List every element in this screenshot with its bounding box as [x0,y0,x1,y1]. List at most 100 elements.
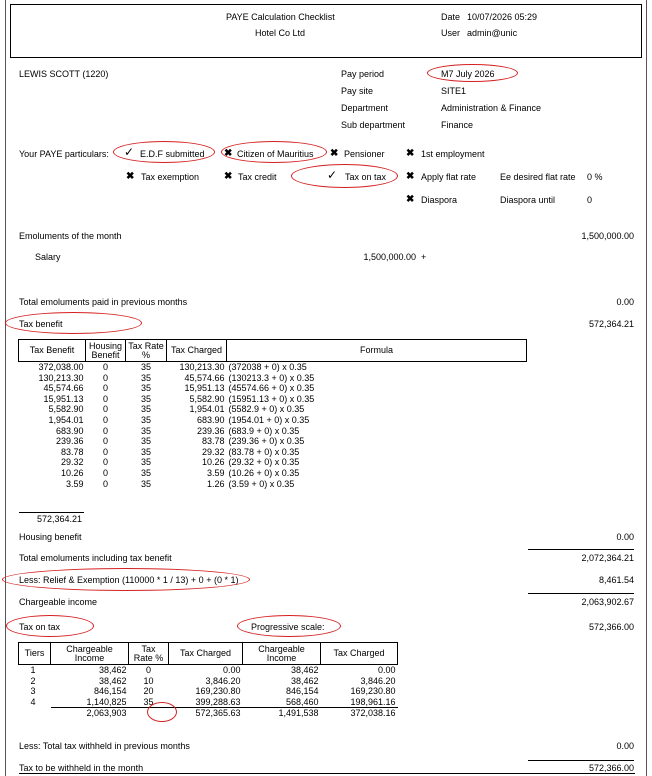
sub-department-label: Sub department [341,120,406,130]
apply-flat-rate-label: Apply flat rate [421,172,477,182]
table-cell: 0 [102,362,108,372]
col-header: Chargeable Income [242,642,321,665]
table-cell: 0 [102,372,108,383]
table-cell: 0 [102,404,108,415]
table-cell: 38,462 [290,675,319,686]
pensioner-label: Pensioner [344,149,385,159]
table-cell: (5582.9 + 0) x 0.35 [228,404,305,415]
company-name: Hotel Co Ltd [255,28,306,38]
date-value: 10/07/2026 05:29 [467,12,538,22]
table-cell: 239.36 [196,425,225,436]
pay-site-value: SITE1 [441,86,467,96]
sum-rule [528,593,634,594]
table-cell: 1,954.01 [48,414,84,425]
table-cell: (1954.01 + 0) x 0.35 [228,414,310,425]
chargeable-income-value: 2,063,902.67 [581,597,634,607]
table-cell: 35 [140,425,151,436]
table-row: 4 1,140,825 35 399,288.63 568,460 198,961.16 [19,696,398,709]
housing-benefit-value: 0.00 [616,532,634,542]
emoluments-label: Emoluments of the month [19,231,122,241]
table-cell: 35 [140,383,151,394]
table-cell: 35 [140,414,151,425]
salary-label: Salary [35,252,61,262]
table-cell: 0 [102,383,108,394]
table-cell: 846,154 [285,686,319,697]
table-header-row: Tax Benefit Housing Benefit Tax Rate % T… [18,339,527,362]
table-row: 5,582.90 0 35 1,954.01 (5582.9 + 0) x 0.35 [19,404,527,415]
tax-benefit-table: Tax Benefit Housing Benefit Tax Rate % T… [18,339,527,489]
cross-icon: ✖ [406,148,415,159]
tax-rate-35-highlight [147,702,177,722]
to-withhold-value: 572,366.00 [588,763,634,773]
table-cell: 20 [143,686,154,697]
col-header: Tax Benefit [18,339,86,362]
total-incl-value: 2,072,364.21 [581,553,634,563]
table-cell: 169,230.80 [195,686,241,697]
table-row: 10.26 0 35 3.59 (10.26 + 0) x 0.35 [19,468,527,479]
table-cell: 83.78 [201,436,225,447]
table-header-row: Tiers Chargeable Income Tax Rate % Tax C… [18,642,398,665]
citizen-highlight [221,141,327,163]
pay-period-highlight [427,64,518,82]
table-cell: 45,574.66 [184,372,225,383]
prev-emoluments-value: 0.00 [616,297,634,307]
tax-exemption-label: Tax exemption [141,172,200,182]
user-label: User [441,28,461,38]
table-row: 29.32 0 35 10.26 (29.32 + 0) x 0.35 [19,457,527,468]
table-cell: 239.36 [55,436,84,447]
table-cell: 0 [102,457,108,468]
table-cell: 0.00 [222,665,241,675]
sum-rule [528,760,634,761]
table-cell: 38,462 [290,665,319,675]
tax-on-tax-value: 572,366.00 [588,622,634,632]
table-cell: (3.59 + 0) x 0.35 [228,478,295,489]
col-header: Tax Rate % [125,339,167,362]
table-cell: 10 [143,675,154,686]
table-cell: 0 [102,446,108,457]
table-row: 1,954.01 0 35 683.90 (1954.01 + 0) x 0.35 [19,415,527,426]
table-cell: 130,213.30 [179,362,225,372]
date-label: Date [441,12,461,22]
table-cell: 0 [102,393,108,404]
edf-highlight [113,141,215,163]
department-label: Department [341,103,389,113]
withheld-prev-label: Less: Total tax withheld in previous mon… [19,741,190,751]
tax-on-tax-highlight [291,164,398,188]
sub-department-value: Finance [441,120,474,130]
ee-flat-rate-label: Ee desired flat rate [500,172,576,182]
table-cell: (130213.3 + 0) x 0.35 [228,372,315,383]
table-cell: 29.32 [60,457,84,468]
table-cell: 35 [140,457,151,468]
table-cell: 3.59 [206,467,225,478]
table-row: 239.36 0 35 83.78 (239.36 + 0) x 0.35 [19,436,527,447]
table-cell: 1,954.01 [189,404,225,415]
col-header: Chargeable Income [50,642,129,665]
col-header: Housing Benefit [85,339,126,362]
table-cell: 38,462 [98,675,127,686]
salary-value: 1,500,000.00 [363,252,416,262]
bottom-rule [19,773,635,774]
table-cell: 29.32 [201,446,225,457]
employee-name: LEWIS SCOTT (1220) [19,69,109,79]
to-withhold-label: Tax to be withheld in the month [19,763,144,773]
table-cell: 35 [140,436,151,447]
report-title: PAYE Calculation Checklist [226,12,335,22]
relief-value: 8,461.54 [598,575,634,585]
table-cell: 2 [30,675,36,686]
chargeable-income-label: Chargeable income [19,597,98,607]
total-cell [19,708,51,719]
diaspora-until-value: 0 [587,195,593,205]
table-cell: 0 [102,414,108,425]
col-header: Tax Charged [320,642,398,665]
report-header: PAYE Calculation Checklist Hotel Co Ltd … [10,4,642,58]
department-value: Administration & Finance [441,103,542,113]
col-header: Tax Charged [168,642,243,665]
total-rule [19,512,84,513]
total-cell: 572,365.63 [195,708,241,719]
table-row: 45,574.66 0 35 15,951.13 (45574.66 + 0) x 0.… [19,383,527,394]
cross-icon: ✖ [406,194,415,205]
table-cell: 35 [140,467,151,478]
tax-benefit-highlight [5,312,142,334]
table-cell: (45574.66 + 0) x 0.35 [228,383,315,394]
cross-icon: ✖ [330,148,339,159]
